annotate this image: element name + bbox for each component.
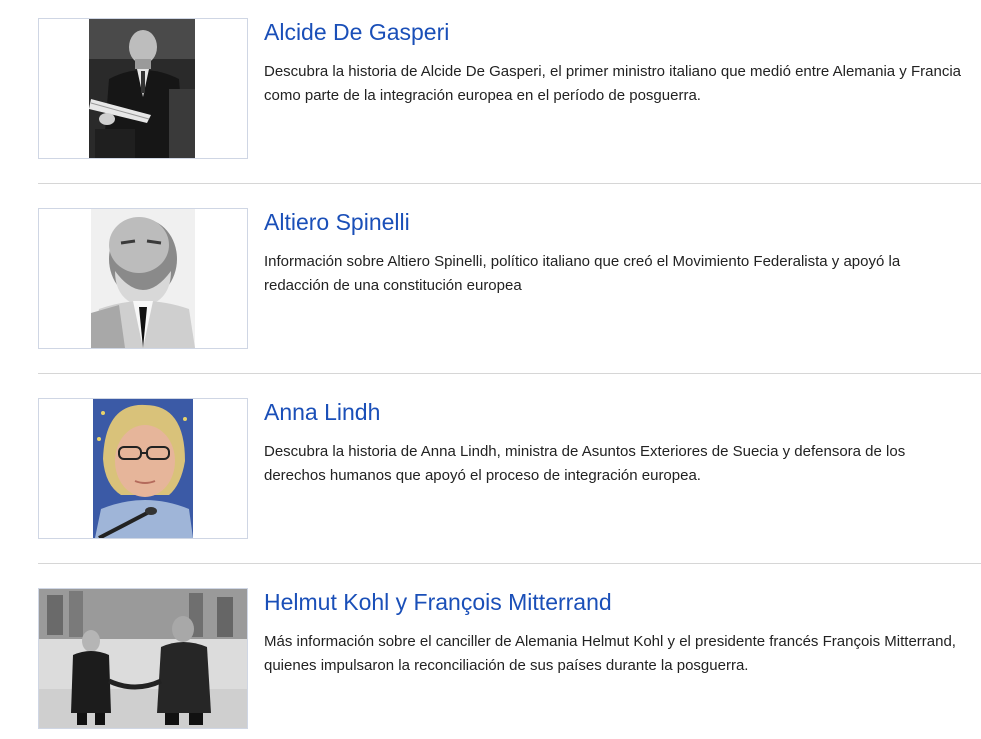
item-title-link[interactable]: Altiero Spinelli xyxy=(264,208,964,236)
item-text: Alcide De Gasperi Descubra la historia d… xyxy=(264,18,964,108)
item-text: Helmut Kohl y François Mitterrand Más in… xyxy=(264,588,964,678)
list-item: Alcide De Gasperi Descubra la historia d… xyxy=(38,18,981,159)
portrait-thumbnail-de-gasperi[interactable] xyxy=(38,18,248,159)
list-item: Altiero Spinelli Información sobre Altie… xyxy=(38,208,981,349)
item-title-link[interactable]: Alcide De Gasperi xyxy=(264,18,964,46)
pioneers-list: Alcide De Gasperi Descubra la historia d… xyxy=(38,18,981,729)
item-title-link[interactable]: Anna Lindh xyxy=(264,398,964,426)
item-description: Más información sobre el canciller de Al… xyxy=(264,633,956,674)
divider xyxy=(38,563,981,564)
item-description: Información sobre Altiero Spinelli, polí… xyxy=(264,253,901,294)
portrait-photo xyxy=(39,399,247,538)
portrait-photo xyxy=(39,209,247,348)
portrait-thumbnail-kohl-mitterrand[interactable] xyxy=(38,588,248,729)
item-text: Anna Lindh Descubra la historia de Anna … xyxy=(264,398,964,488)
list-item: Helmut Kohl y François Mitterrand Más in… xyxy=(38,588,981,729)
item-title-link[interactable]: Helmut Kohl y François Mitterrand xyxy=(264,588,964,616)
portrait-thumbnail-lindh[interactable] xyxy=(38,398,248,539)
portrait-photo xyxy=(39,19,247,158)
portrait-photo xyxy=(39,589,247,728)
item-text: Altiero Spinelli Información sobre Altie… xyxy=(264,208,964,298)
divider xyxy=(38,183,981,184)
list-item: Anna Lindh Descubra la historia de Anna … xyxy=(38,398,981,539)
item-description: Descubra la historia de Alcide De Gasper… xyxy=(264,63,961,104)
divider xyxy=(38,373,981,374)
item-description: Descubra la historia de Anna Lindh, mini… xyxy=(264,443,906,484)
portrait-thumbnail-spinelli[interactable] xyxy=(38,208,248,349)
